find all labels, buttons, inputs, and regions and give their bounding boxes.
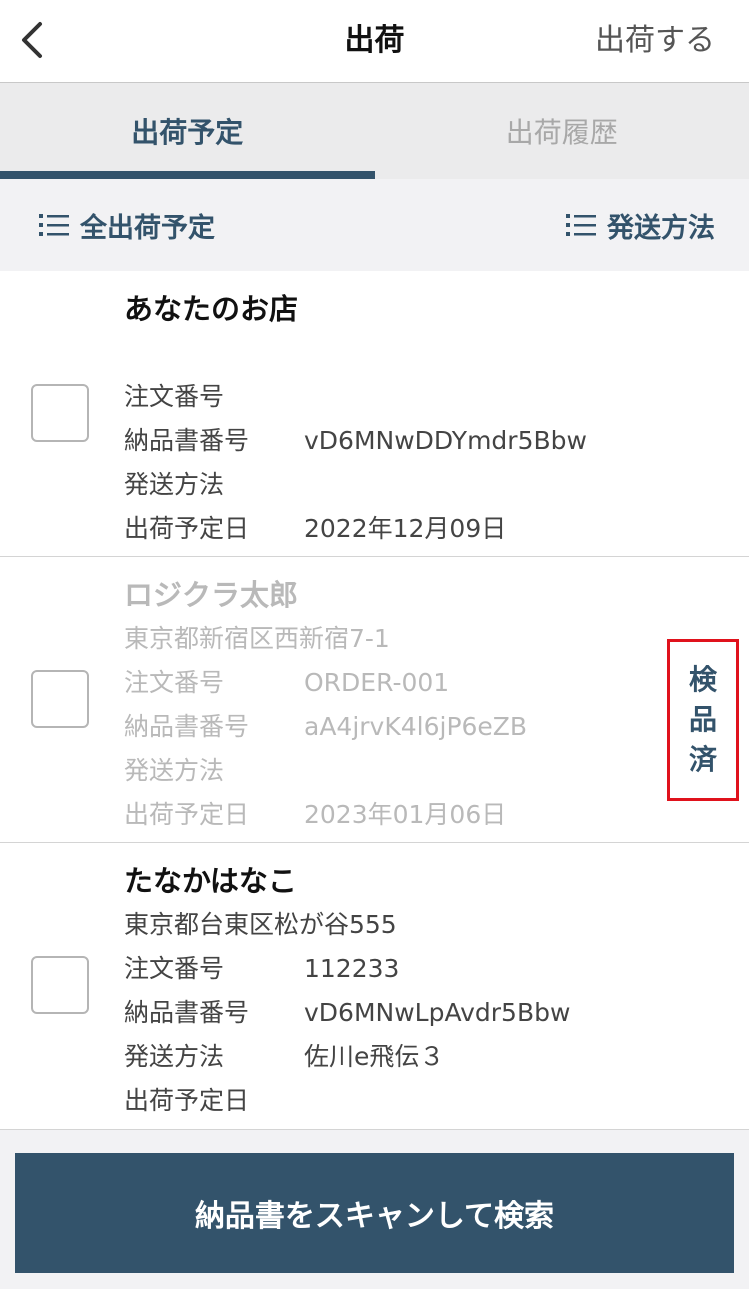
all-scheduled-label: 全出荷予定 (80, 212, 215, 244)
select-checkbox[interactable] (31, 384, 89, 442)
shipping-method-filter[interactable]: 発送方法 (565, 179, 715, 271)
tab-scheduled[interactable]: 出荷予定 (0, 83, 375, 179)
invoice-number-label: 納品書番号 (124, 426, 250, 455)
bottom-bar: 納品書をスキャンして検索 (0, 1130, 749, 1289)
customer-name: たなかはなこ (124, 864, 297, 898)
chevron-left-icon (22, 22, 42, 58)
ship-date-label: 出荷予定日 (124, 1086, 250, 1115)
customer-name: あなたのお店 (124, 292, 299, 326)
select-checkbox[interactable] (31, 956, 89, 1014)
shipping-method-label: 発送方法 (124, 470, 225, 499)
order-number-label: 注文番号 (124, 954, 225, 983)
customer-address (124, 331, 659, 375)
list-item[interactable]: たなかはなこ 東京都台東区松が谷555 注文番号 112233 納品書番号 vD… (0, 843, 749, 1130)
customer-address: 東京都新宿区西新宿7-1 (124, 624, 390, 653)
ship-date-label: 出荷予定日 (124, 514, 250, 543)
shipment-list: あなたのお店 注文番号 納品書番号 vD6MNwDDYmdr5Bbw 発送方法 … (0, 271, 749, 1130)
list-icon (38, 212, 70, 238)
invoice-number-value: vD6MNwLpAvdr5Bbw (304, 998, 571, 1027)
list-item[interactable]: ロジクラ太郎 東京都新宿区西新宿7-1 注文番号 ORDER-001 納品書番号… (0, 557, 749, 843)
ship-date-value: 2023年01月06日 (304, 800, 507, 829)
ship-date-value: 2022年12月09日 (304, 514, 507, 543)
back-button[interactable] (12, 16, 52, 64)
invoice-number-label: 納品書番号 (124, 712, 250, 741)
customer-address: 東京都台東区松が谷555 (124, 910, 397, 939)
list-item[interactable]: あなたのお店 注文番号 納品書番号 vD6MNwDDYmdr5Bbw 発送方法 … (0, 271, 749, 557)
order-number-value: ORDER-001 (304, 668, 450, 697)
shipping-method-value: 佐川e飛伝３ (304, 1042, 445, 1071)
select-checkbox[interactable] (31, 670, 89, 728)
all-scheduled-filter[interactable]: 全出荷予定 (38, 179, 215, 271)
invoice-number-value: vD6MNwDDYmdr5Bbw (304, 426, 587, 455)
shipping-method-label: 発送方法 (124, 1042, 225, 1071)
filter-bar: 全出荷予定 発送方法 (0, 179, 749, 271)
inspected-badge: 検 品 済 (667, 639, 739, 801)
list-icon (565, 212, 597, 238)
tab-history[interactable]: 出荷履歴 (375, 83, 749, 179)
invoice-number-value: aA4jrvK4l6jP6eZB (304, 712, 528, 741)
shipping-method-label: 発送方法 (124, 756, 225, 785)
ship-button[interactable]: 出荷する (595, 0, 715, 82)
ship-date-label: 出荷予定日 (124, 800, 250, 829)
order-number-label: 注文番号 (124, 382, 225, 411)
scan-invoice-button[interactable]: 納品書をスキャンして検索 (15, 1153, 734, 1273)
customer-name: ロジクラ太郎 (124, 578, 299, 612)
tab-bar: 出荷予定 出荷履歴 (0, 83, 749, 179)
order-number-label: 注文番号 (124, 668, 225, 697)
invoice-number-label: 納品書番号 (124, 998, 250, 1027)
order-number-value: 112233 (304, 954, 400, 983)
shipping-method-filter-label: 発送方法 (607, 212, 715, 244)
header: 出荷 出荷する (0, 0, 749, 83)
